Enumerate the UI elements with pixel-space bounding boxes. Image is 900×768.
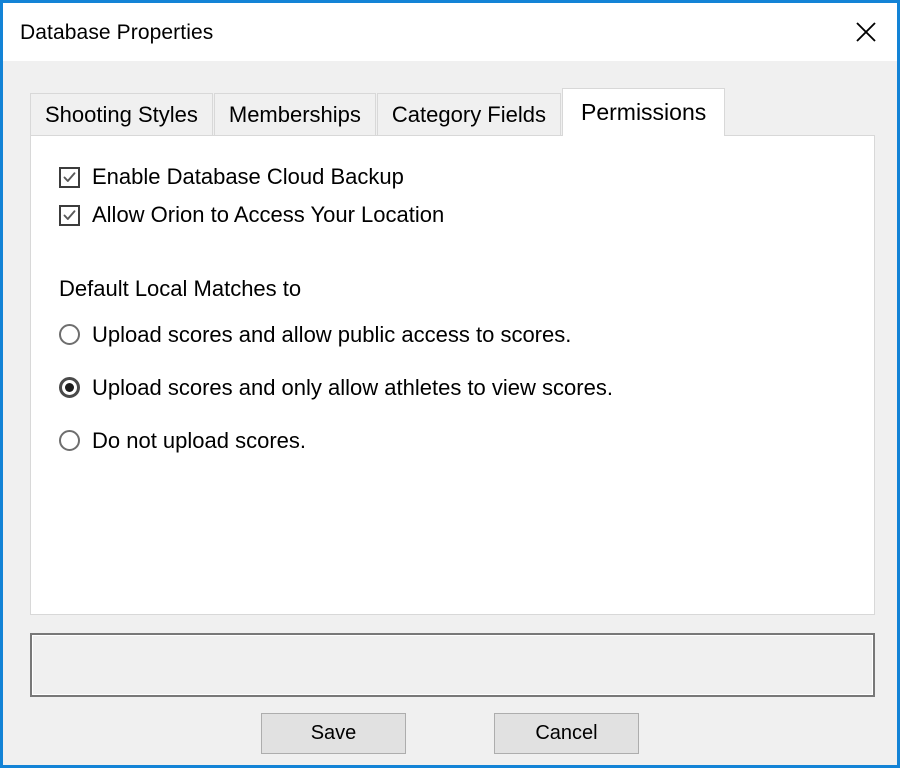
- radio-row-public-access[interactable]: Upload scores and allow public access to…: [59, 308, 874, 361]
- tab-category-fields[interactable]: Category Fields: [376, 93, 561, 135]
- permissions-tab-panel: Enable Database Cloud Backup Allow Orion…: [30, 135, 875, 615]
- window-title: Database Properties: [20, 20, 214, 44]
- checkbox-label: Enable Database Cloud Backup: [92, 164, 404, 189]
- status-message-box: [30, 633, 875, 697]
- checkbox-label: Allow Orion to Access Your Location: [92, 202, 445, 227]
- radio-row-no-upload[interactable]: Do not upload scores.: [59, 414, 874, 467]
- checkbox-enable-cloud-backup[interactable]: [59, 166, 80, 188]
- radio-label: Upload scores and allow public access to…: [92, 321, 572, 347]
- tab-memberships[interactable]: Memberships: [213, 93, 376, 135]
- save-button[interactable]: Save: [261, 713, 406, 754]
- radio-upload-athletes-only[interactable]: [59, 377, 80, 398]
- tab-label: Category Fields: [391, 101, 546, 127]
- title-bar: Database Properties: [3, 3, 897, 61]
- checkbox-allow-location-access[interactable]: [59, 204, 80, 226]
- tab-strip: Shooting Styles Memberships Category Fie…: [30, 88, 875, 136]
- tab-label: Memberships: [228, 101, 361, 127]
- checkbox-row-cloud-backup[interactable]: Enable Database Cloud Backup: [59, 158, 874, 196]
- checkbox-row-access-location[interactable]: Allow Orion to Access Your Location: [59, 196, 874, 234]
- radio-upload-public-access[interactable]: [59, 324, 80, 345]
- dialog-client-area: Shooting Styles Memberships Category Fie…: [3, 61, 897, 765]
- radio-label: Do not upload scores.: [92, 427, 307, 453]
- radio-row-athletes-only[interactable]: Upload scores and only allow athletes to…: [59, 361, 874, 414]
- database-properties-dialog: Database Properties Shooting Styles Memb…: [0, 0, 900, 768]
- radio-group-label: Default Local Matches to: [59, 276, 302, 301]
- tab-permissions[interactable]: Permissions: [562, 88, 726, 136]
- dialog-button-row: Save Cancel: [3, 713, 897, 754]
- tab-shooting-styles[interactable]: Shooting Styles: [30, 93, 213, 135]
- cancel-button[interactable]: Cancel: [494, 713, 639, 754]
- close-button[interactable]: [835, 3, 897, 61]
- tab-label: Permissions: [581, 99, 707, 125]
- tab-label: Shooting Styles: [45, 101, 198, 127]
- close-icon: [853, 19, 879, 45]
- status-message-text: [32, 635, 873, 647]
- radio-do-not-upload[interactable]: [59, 430, 80, 451]
- radio-label: Upload scores and only allow athletes to…: [92, 374, 613, 400]
